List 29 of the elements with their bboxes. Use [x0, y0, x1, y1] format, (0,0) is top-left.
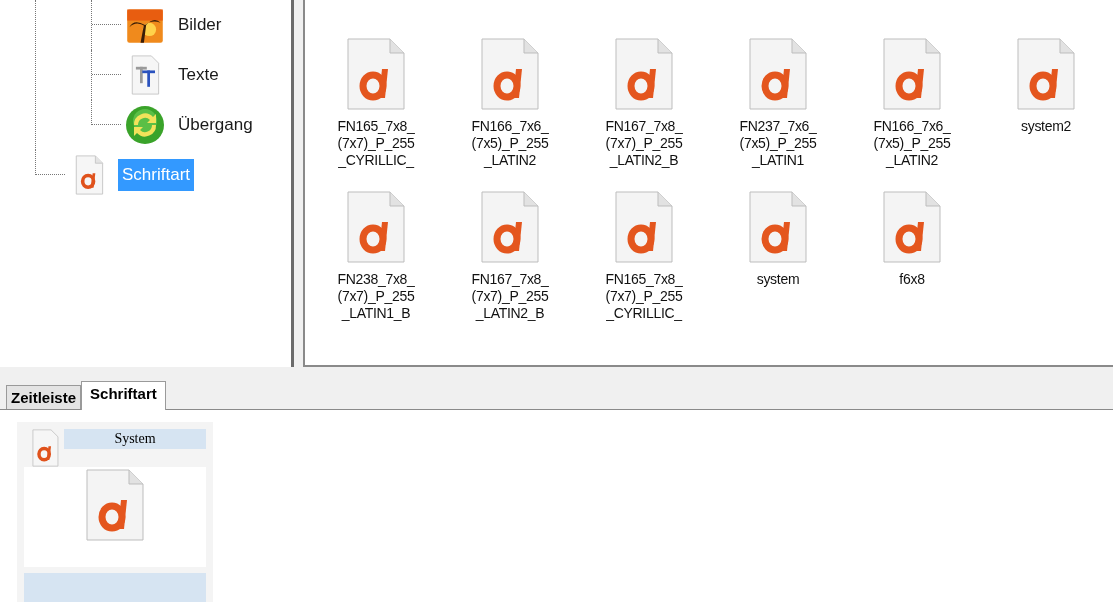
- file-name: FN237_7x6_(7x5)_P_255_LATIN1: [738, 118, 818, 169]
- file-name: FN165_7x8_(7x7)_P_255_CYRILLIC_: [336, 118, 416, 169]
- tree-item[interactable]: Bilder: [174, 9, 226, 41]
- font-file-icon[interactable]: [347, 191, 405, 263]
- file-name: FN167_7x8_(7x7)_P_255_LATIN2_B: [470, 271, 550, 322]
- file-name: FN167_7x8_(7x7)_P_255_LATIN2_B: [604, 118, 684, 169]
- file-name: system2: [1020, 118, 1072, 135]
- tab[interactable]: Schriftart: [81, 381, 166, 410]
- tree-item[interactable]: Texte: [174, 59, 223, 91]
- font-title: System: [64, 429, 206, 449]
- file-name: FN238_7x8_(7x7)_P_255_LATIN1_B: [336, 271, 416, 322]
- file-name: f6x8: [898, 271, 926, 288]
- font-file-icon[interactable]: [615, 191, 673, 263]
- font-file-icon[interactable]: [481, 38, 539, 110]
- file-name: FN165_7x8_(7x7)_P_255_CYRILLIC_: [604, 271, 684, 322]
- font-file-icon[interactable]: [615, 38, 673, 110]
- tree-item[interactable]: Übergang: [174, 109, 257, 141]
- file-name: system: [755, 271, 801, 288]
- font-file-icon[interactable]: [481, 191, 539, 263]
- font-file-icon[interactable]: [749, 191, 807, 263]
- font-file-icon[interactable]: [1017, 38, 1075, 110]
- font-file-icon[interactable]: [883, 38, 941, 110]
- font-file-icon[interactable]: [883, 191, 941, 263]
- refresh-circle-icon: [125, 105, 165, 145]
- tab[interactable]: Zeitleiste: [6, 385, 82, 409]
- font-file-icon[interactable]: [347, 38, 405, 110]
- file-name: FN166_7x6_(7x5)_P_255_LATIN2: [872, 118, 952, 169]
- font-file-icon[interactable]: [749, 38, 807, 110]
- file-name: FN166_7x6_(7x5)_P_255_LATIN2: [470, 118, 550, 169]
